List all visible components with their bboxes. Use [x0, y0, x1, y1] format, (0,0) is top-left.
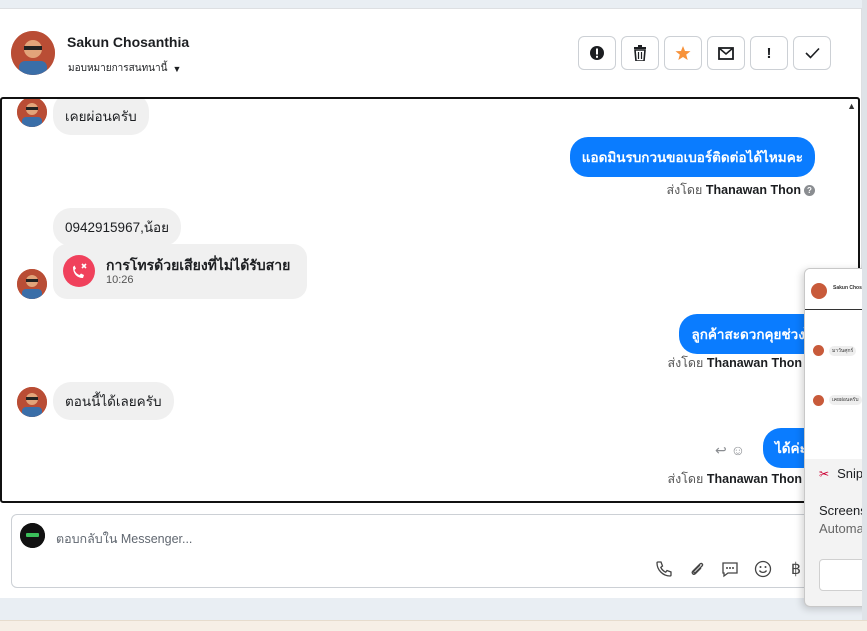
saved-reply-icon[interactable]: [720, 559, 740, 579]
conversation-header: Sakun Chosanthia มอบหมายการสนทนานี้ ▼ !: [0, 9, 861, 97]
check-icon: [804, 47, 820, 59]
reply-composer[interactable]: ตอบกลับใน Messenger... ฿: [11, 514, 811, 588]
sent-by-label: ส่งโดย Thanawan Thon: [667, 469, 802, 489]
sent-by-prefix: ส่งโดย: [666, 183, 703, 197]
missed-call-card[interactable]: การโทรด้วยเสียงที่ไม่ได้รับสาย 10:26: [53, 244, 307, 299]
call-icon[interactable]: [654, 559, 674, 579]
incoming-message[interactable]: 0942915967,น้อย: [53, 208, 182, 246]
baht-icon[interactable]: ฿: [786, 559, 806, 579]
assign-label: มอบหมายการสนทนานี้: [68, 63, 168, 74]
snipping-tool-notification[interactable]: Sakun Chos มาวันศุกร์ เคยผ่อนครับ ✂ Snip…: [804, 268, 867, 607]
trash-icon: [634, 45, 646, 61]
reply-input[interactable]: ตอบกลับใน Messenger...: [56, 529, 192, 549]
sent-by-agent[interactable]: Thanawan Thon: [707, 472, 802, 486]
react-icon[interactable]: ☺: [731, 442, 745, 459]
call-time: 10:26: [106, 274, 134, 286]
sent-by-prefix: ส่งโดย: [667, 356, 704, 370]
preview-avatar: [813, 345, 824, 356]
follow-up-button[interactable]: !: [750, 36, 788, 70]
contact-avatar[interactable]: [11, 31, 55, 75]
popup-app-name: Snip: [837, 466, 864, 481]
incoming-message[interactable]: ตอนนี้ได้เลยครับ: [53, 382, 174, 420]
snipping-tool-icon: ✂: [819, 466, 830, 481]
sender-avatar: [17, 99, 47, 127]
header-actions: !: [578, 36, 831, 70]
preview-name: Sakun Chos: [833, 285, 862, 291]
delete-button[interactable]: [621, 36, 659, 70]
conversation-panel: Sakun Chosanthia มอบหมายการสนทนานี้ ▼ !: [0, 8, 862, 598]
popup-app-row: ✂ Snip: [819, 466, 863, 481]
exclamation-circle-icon: [590, 46, 604, 60]
preview-bubble: มาวันศุกร์: [829, 346, 857, 356]
sent-by-label: ส่งโดย Thanawan Thon?: [666, 180, 815, 200]
page-scrollbar[interactable]: [862, 0, 867, 631]
envelope-icon: [718, 46, 734, 60]
sender-avatar: [17, 269, 47, 299]
call-title: การโทรด้วยเสียงที่ไม่ได้รับสาย: [106, 257, 291, 273]
page-avatar: [20, 523, 45, 548]
missed-call-icon: [63, 255, 95, 287]
popup-title: Screens: [819, 503, 867, 518]
sender-avatar: [17, 387, 47, 417]
sent-by-agent[interactable]: Thanawan Thon: [707, 356, 802, 370]
emoji-icon[interactable]: [753, 559, 773, 579]
preview-avatar: [813, 395, 824, 406]
preview-bubble: เคยผ่อนครับ: [829, 395, 862, 405]
preview-divider: [805, 309, 867, 310]
sent-by-prefix: ส่งโดย: [667, 472, 704, 486]
mark-done-button[interactable]: [793, 36, 831, 70]
sent-by-label: ส่งโดย Thanawan Thon: [667, 353, 802, 373]
star-button[interactable]: [664, 36, 702, 70]
help-icon[interactable]: ?: [804, 185, 815, 196]
star-icon: [675, 46, 691, 60]
sent-by-agent[interactable]: Thanawan Thon: [706, 183, 801, 197]
popup-action-button[interactable]: [819, 559, 867, 591]
outgoing-message[interactable]: แอดมินรบกวนขอเบอร์ติดต่อได้ไหมคะ: [569, 137, 815, 177]
caret-down-icon: ▼: [172, 63, 182, 74]
screenshot-preview[interactable]: Sakun Chos มาวันศุกร์ เคยผ่อนครับ: [805, 269, 867, 459]
message-thread[interactable]: ▲ เคยผ่อนครับ แอดมินรบกวนขอเบอร์ติดต่อได…: [0, 97, 860, 503]
spam-button[interactable]: [578, 36, 616, 70]
exclamation-icon: !: [766, 44, 772, 62]
popup-subtitle: Automa: [819, 521, 864, 536]
reply-icon[interactable]: ↩: [715, 442, 727, 459]
assign-conversation-dropdown[interactable]: มอบหมายการสนทนานี้ ▼: [68, 61, 181, 76]
message-actions: ↩ ☺: [715, 442, 745, 459]
incoming-message[interactable]: เคยผ่อนครับ: [53, 99, 149, 135]
scroll-up-arrow-icon[interactable]: ▲: [847, 101, 856, 111]
attach-icon[interactable]: [687, 559, 707, 579]
preview-avatar: [811, 283, 827, 299]
contact-name[interactable]: Sakun Chosanthia: [67, 34, 189, 50]
taskbar-edge: [0, 620, 867, 631]
mark-unread-button[interactable]: [707, 36, 745, 70]
composer-tools: ฿: [654, 559, 806, 579]
